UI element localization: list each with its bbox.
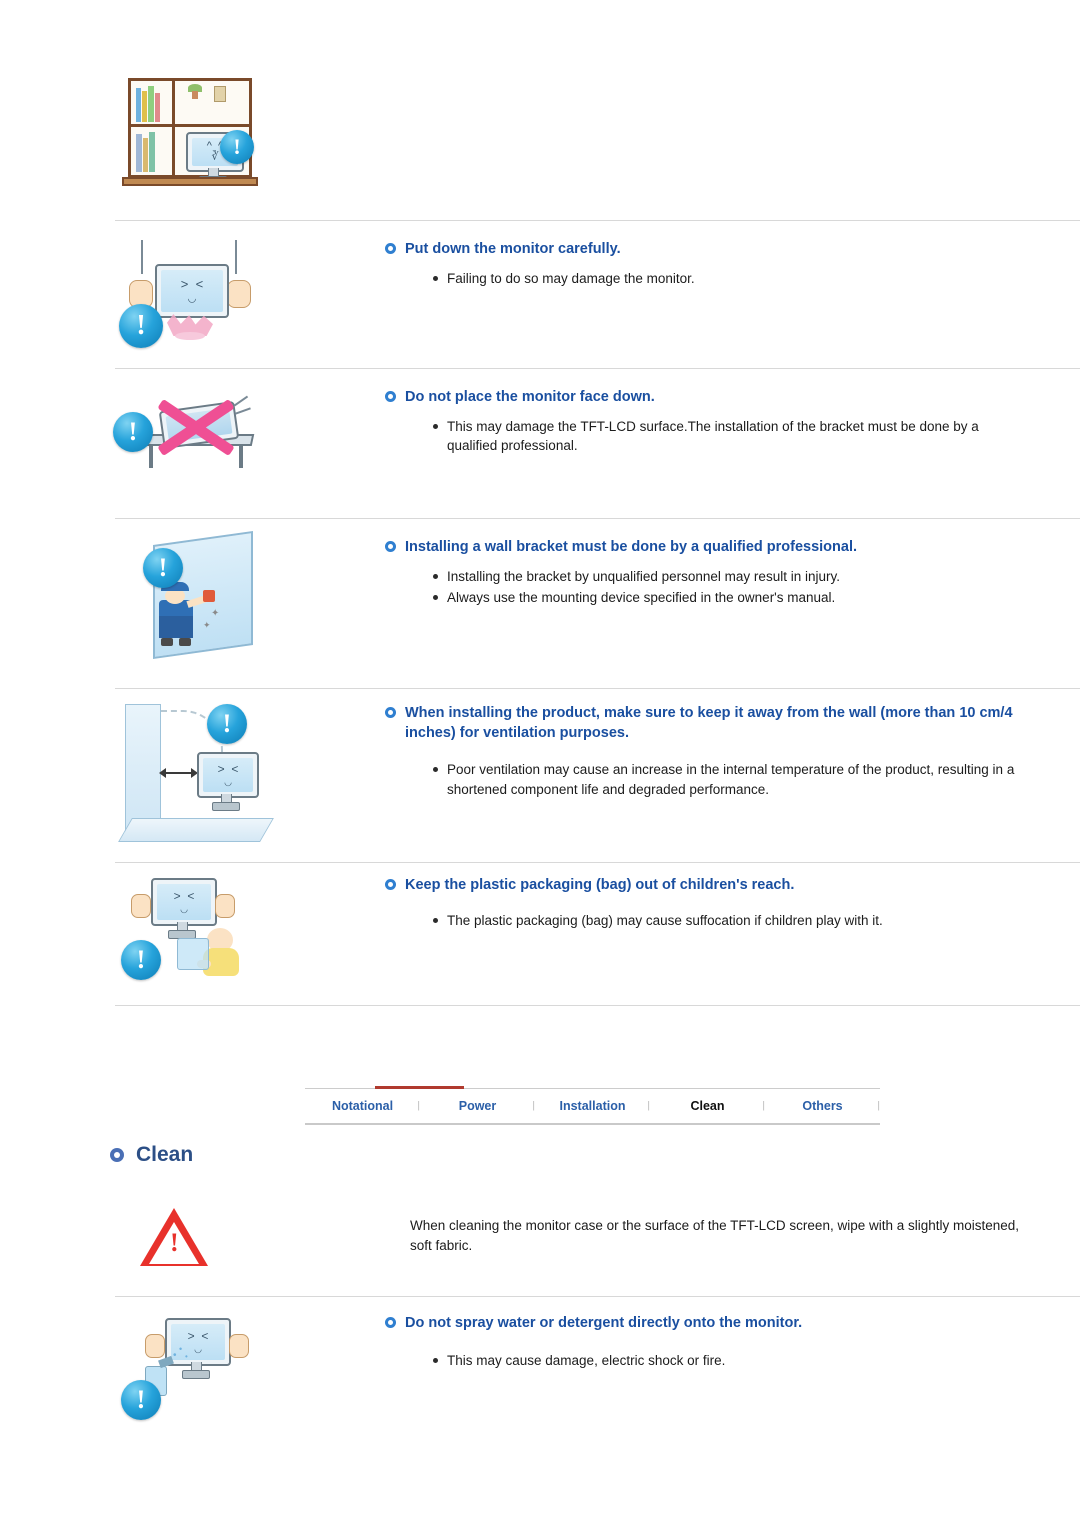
section-heading: When installing the product, make sure t… [385, 704, 1050, 743]
heading-text: Do not spray water or detergent directly… [405, 1315, 803, 1331]
heading-text: Keep the plastic packaging (bag) out of … [405, 877, 795, 893]
divider [115, 862, 1080, 863]
document-page: ^ ^ ∛ ! > < ◡ ! Put down the monitor car… [0, 0, 1080, 1528]
tab-notational[interactable]: Notational | [305, 1089, 420, 1123]
bullet-list: This may cause damage, electric shock or… [385, 1343, 1050, 1371]
monitor-on-shelf-illustration: ^ ^ ∛ ! [0, 78, 408, 196]
bullet-icon [110, 1148, 124, 1162]
bullet-list: Failing to do so may damage the monitor. [385, 269, 1050, 289]
section-plastic-bag: > < ◡ ! Keep the plastic packaging (bag)… [0, 872, 1080, 992]
heading-text: Installing a wall bracket must be done b… [405, 539, 858, 555]
tab-clean[interactable]: Clean | [650, 1089, 765, 1123]
section-heading: Do not place the monitor face down. [385, 388, 1050, 408]
section-heading: Put down the monitor carefully. [385, 240, 1050, 260]
divider [115, 220, 1080, 221]
bullet-icon [385, 1317, 396, 1328]
section-tabs[interactable]: Notational | Power | Installation | Clea… [305, 1088, 880, 1125]
section-bookshelf: ^ ^ ∛ ! [0, 78, 1080, 213]
list-item: This may damage the TFT-LCD surface.The … [433, 417, 1010, 456]
section-clean-note: ! When cleaning the monitor case or the … [0, 1208, 1080, 1266]
bullet-icon [385, 243, 396, 254]
section-ventilation: > < ◡ ! When installing the product, make… [0, 700, 1080, 850]
list-item: Poor ventilation may cause an increase i… [433, 760, 1030, 799]
bullet-icon [385, 879, 396, 890]
warning-icon: ! [113, 412, 153, 452]
section-heading: Keep the plastic packaging (bag) out of … [385, 876, 1050, 896]
warning-icon: ! [121, 1380, 161, 1420]
page-title: Clean [110, 1143, 193, 1167]
monitor-face-down-prohibited-illustration: ! [0, 384, 385, 484]
section-heading: Do not spray water or detergent directly… [385, 1314, 1050, 1334]
heading-text: Put down the monitor carefully. [405, 241, 621, 257]
warning-icon: ! [207, 704, 247, 744]
tab-label: Clean [690, 1099, 725, 1113]
warning-icon: ! [220, 130, 254, 164]
heading-text: When installing the product, make sure t… [405, 705, 1013, 741]
bullet-icon [385, 707, 396, 718]
tab-separator: | [877, 1100, 880, 1112]
monitor-dropping-illustration: > < ◡ ! [0, 236, 385, 356]
section-do-not-spray: > < ◡ • • • ! Do not spray water or dete… [0, 1310, 1080, 1430]
active-tab-indicator [375, 1086, 464, 1089]
list-item: Installing the bracket by unqualified pe… [433, 567, 1050, 587]
tab-label: Power [458, 1099, 497, 1113]
monitor-wall-distance-illustration: > < ◡ ! [0, 700, 385, 850]
warning-triangle-icon: ! [140, 1208, 208, 1266]
divider [115, 368, 1080, 369]
section-wall-bracket: ✦ ✦ ! Installing a wall bracket must be … [0, 530, 1080, 674]
spray-bottle-monitor-prohibited-illustration: > < ◡ • • • ! [0, 1310, 385, 1430]
list-item: The plastic packaging (bag) may cause su… [433, 911, 1020, 931]
section-face-down: ! Do not place the monitor face down. Th… [0, 384, 1080, 484]
divider [115, 688, 1080, 689]
list-item: Always use the mounting device specified… [433, 588, 1050, 608]
tab-installation[interactable]: Installation | [535, 1089, 651, 1123]
child-with-plastic-bag-illustration: > < ◡ ! [0, 872, 385, 992]
tab-label: Others [802, 1099, 843, 1113]
section-put-down-monitor: > < ◡ ! Put down the monitor carefully. F… [0, 236, 1080, 356]
bullet-list: Poor ventilation may cause an increase i… [385, 752, 1050, 799]
warning-icon: ! [121, 940, 161, 980]
wall-bracket-worker-illustration: ✦ ✦ ! [0, 530, 385, 674]
tab-label: Installation [559, 1099, 626, 1113]
list-item: Failing to do so may damage the monitor. [433, 269, 1050, 289]
heading-text: Do not place the monitor face down. [405, 389, 655, 405]
warning-icon: ! [119, 304, 163, 348]
clean-note-text: When cleaning the monitor case or the su… [410, 1218, 1020, 1254]
bullet-icon [385, 391, 396, 402]
tab-label: Notational [331, 1099, 394, 1113]
warning-icon: ! [143, 548, 183, 588]
warning-triangle-illustration: ! [0, 1208, 410, 1266]
divider [115, 1296, 1080, 1297]
divider [115, 1005, 1080, 1006]
bullet-list: The plastic packaging (bag) may cause su… [385, 905, 1050, 931]
tab-power[interactable]: Power | [420, 1089, 535, 1123]
tab-others[interactable]: Others | [765, 1089, 880, 1123]
bullet-list: This may damage the TFT-LCD surface.The … [385, 417, 1050, 456]
bullet-icon [385, 541, 396, 552]
list-item: This may cause damage, electric shock or… [433, 1351, 1050, 1371]
page-title-text: Clean [136, 1143, 194, 1166]
bullet-list: Installing the bracket by unqualified pe… [385, 567, 1050, 608]
divider [115, 518, 1080, 519]
section-heading: Installing a wall bracket must be done b… [385, 538, 1050, 558]
